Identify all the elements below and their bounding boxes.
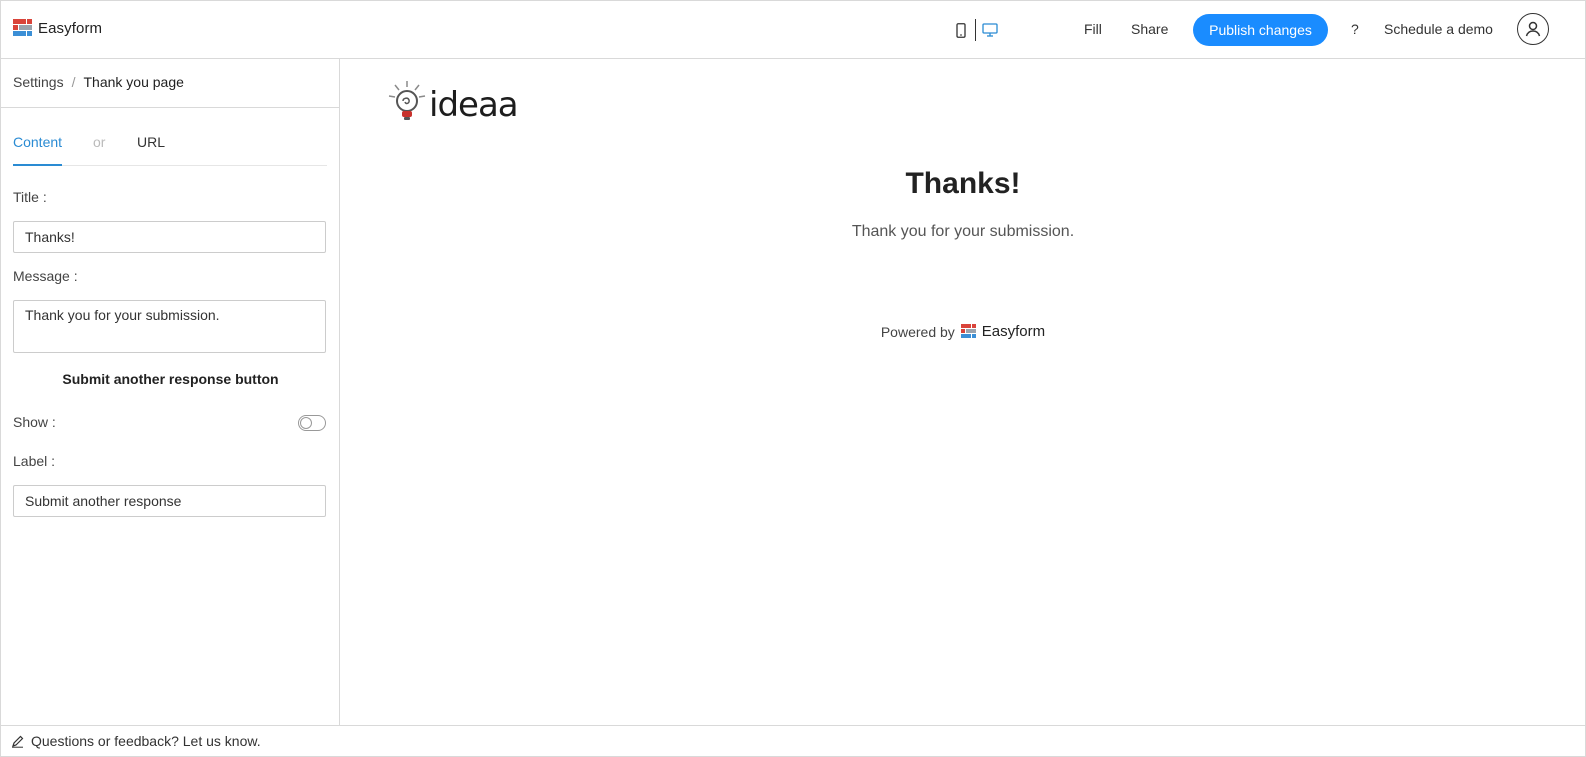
preview-message: Thank you for your submission. — [851, 223, 1075, 240]
toggle-knob — [300, 417, 312, 429]
brand[interactable]: Easyform — [13, 19, 102, 37]
breadcrumb-settings[interactable]: Settings — [13, 74, 64, 90]
mobile-icon[interactable] — [951, 19, 971, 41]
powered-by-text: Powered by — [880, 323, 955, 340]
desktop-icon[interactable] — [980, 19, 1000, 41]
label-label: Label : — [13, 453, 56, 469]
title-input[interactable] — [13, 221, 326, 253]
lightbulb-icon — [388, 81, 426, 120]
easyform-logo-icon — [13, 19, 32, 37]
title-label: Title : — [13, 189, 47, 205]
submit-another-section-heading: Submit another response button — [62, 371, 279, 387]
settings-sidebar: Settings / Thank you page Content or URL T… — [1, 59, 340, 725]
preview-title: Thanks! — [905, 167, 1021, 200]
tab-content[interactable]: Content — [13, 134, 62, 150]
top-bar: Easyform Fill Share Publish changes ? Sc… — [1, 1, 1585, 59]
powered-by-brand: Easyform — [981, 323, 1046, 340]
show-toggle[interactable] — [298, 415, 326, 431]
breadcrumb: Settings / Thank you page — [1, 59, 339, 108]
share-link[interactable]: Share — [1131, 21, 1168, 37]
tab-bar: Content or URL — [13, 108, 327, 166]
feedback-link[interactable]: Questions or feedback? Let us know. — [31, 733, 261, 749]
device-switch — [951, 18, 1000, 42]
message-textarea[interactable]: Thank you for your submission. — [13, 300, 326, 353]
user-icon[interactable] — [1517, 13, 1549, 45]
message-label: Message : — [13, 268, 78, 284]
device-divider — [975, 19, 976, 41]
help-link[interactable]: ? — [1351, 21, 1359, 37]
tab-url[interactable]: URL — [137, 134, 165, 150]
ideaa-logo: ideaa — [387, 79, 519, 125]
tab-separator-or: or — [93, 134, 106, 150]
button-label-input[interactable] — [13, 485, 326, 517]
powered-by[interactable]: Powered by Easyform — [341, 323, 1585, 340]
schedule-demo-link[interactable]: Schedule a demo — [1384, 21, 1493, 37]
breadcrumb-separator: / — [71, 74, 76, 90]
brand-name: Easyform — [38, 19, 103, 37]
pencil-icon — [12, 735, 24, 748]
show-label: Show : — [13, 414, 56, 430]
fill-link[interactable]: Fill — [1084, 21, 1102, 37]
easyform-small-logo-icon — [960, 324, 976, 339]
thank-you-preview: ideaa Thanks! Thank you for your submiss… — [341, 59, 1585, 725]
breadcrumb-current: Thank you page — [83, 74, 184, 90]
feedback-bar: Questions or feedback? Let us know. — [1, 725, 1585, 756]
ideaa-logo-text: ideaa — [429, 85, 519, 125]
app-window: Easyform Fill Share Publish changes ? Sc… — [0, 0, 1586, 757]
publish-changes-button[interactable]: Publish changes — [1193, 14, 1328, 46]
active-tab-indicator — [13, 164, 62, 166]
